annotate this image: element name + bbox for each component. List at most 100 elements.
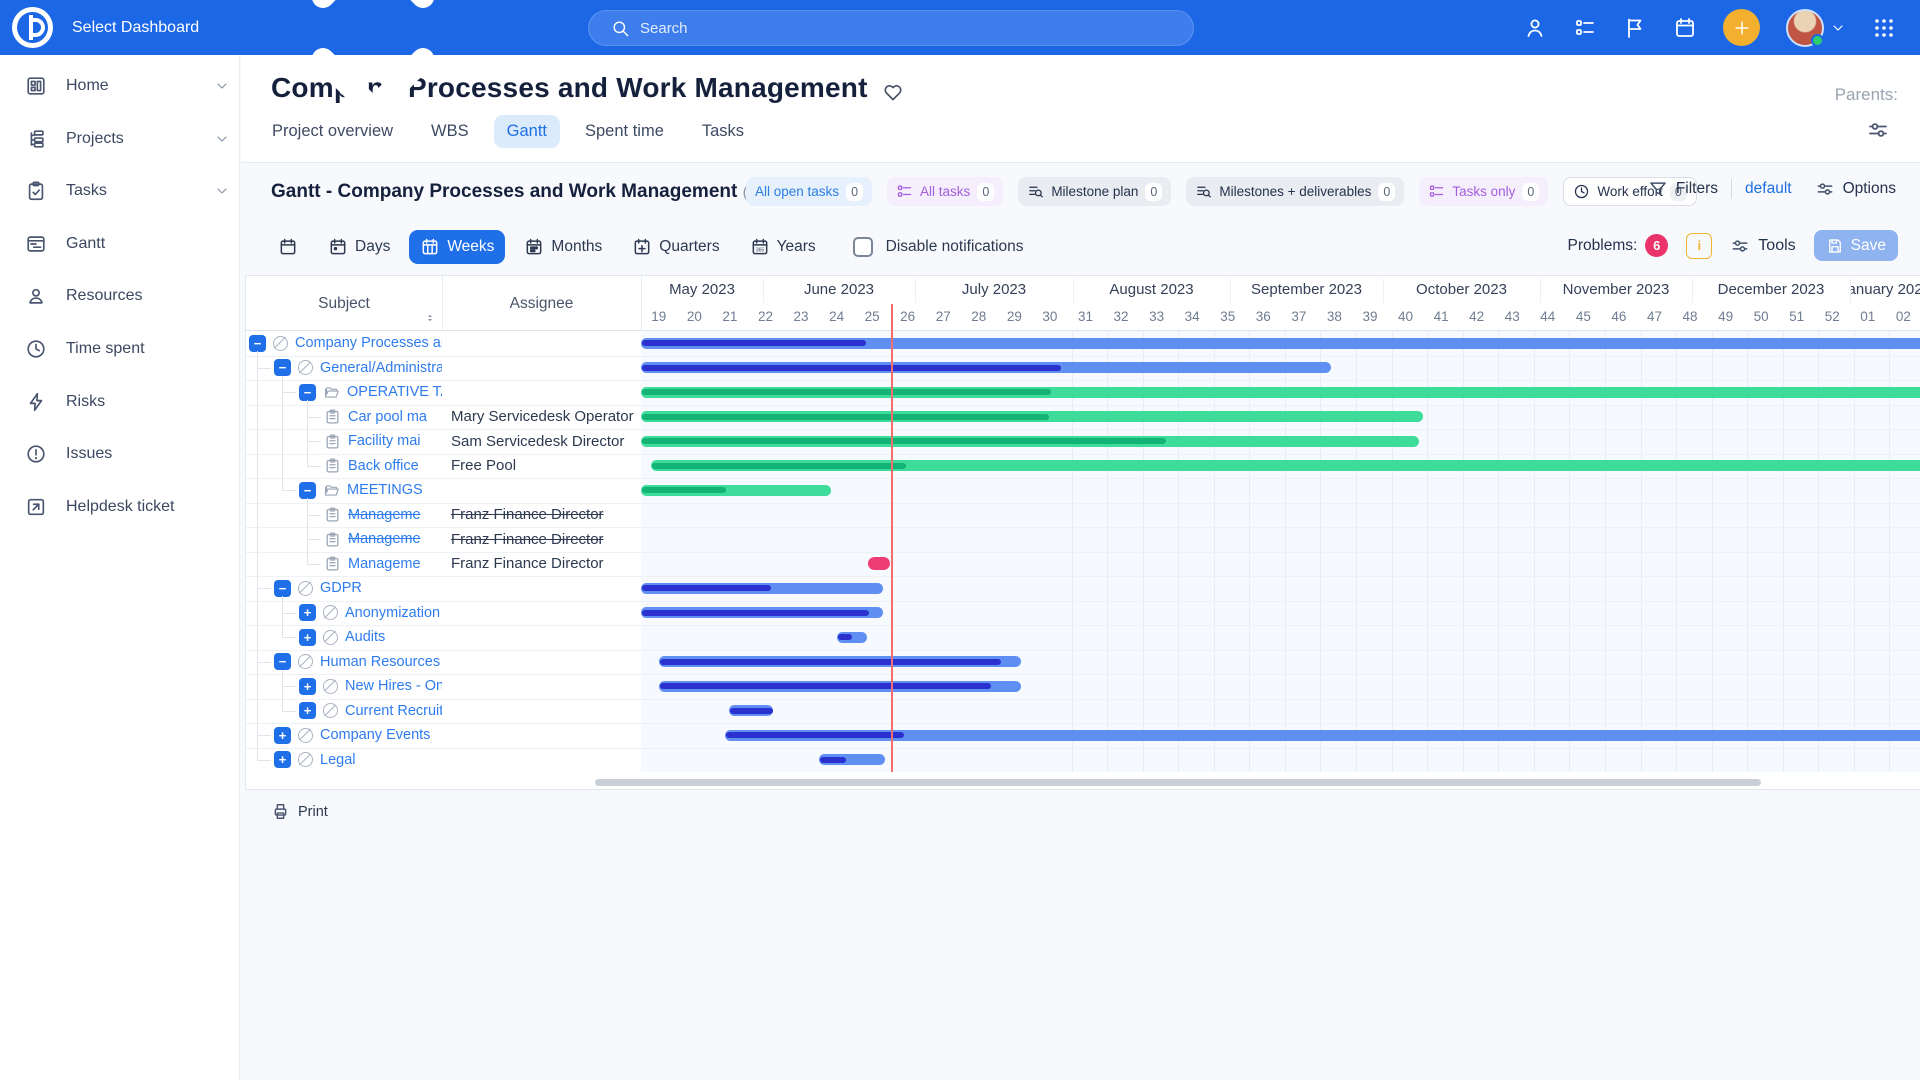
options-button[interactable]: Options [1815,179,1896,199]
task-subject-link[interactable]: New Hires - Onl [345,678,442,694]
task-subject-link[interactable]: MEETINGS [347,482,423,498]
calendar-picker-button[interactable] [267,230,309,264]
scale-weeks-button[interactable]: Weeks [409,230,505,264]
task-subject-link[interactable]: Human Resources [320,654,440,670]
task-subject-link[interactable]: Current Recruit [345,703,442,719]
flag-icon[interactable] [1623,16,1647,40]
expand-node-button[interactable]: + [299,629,316,646]
gantt-bar[interactable] [725,730,1920,741]
task-subject-link[interactable]: Audits [345,629,385,645]
task-subject-link[interactable]: Facility mai [348,433,421,449]
scale-quarters-button[interactable]: Quarters [621,230,730,264]
scale-days-button[interactable]: Days [317,230,401,264]
chip-milestone-plan[interactable]: Milestone plan0 [1018,177,1171,206]
sidebar-item-issues[interactable]: Issues [0,428,240,480]
expand-node-button[interactable]: + [299,702,316,719]
search-input[interactable] [640,20,1120,37]
collapse-node-button[interactable]: − [299,482,316,499]
task-assignee: Franz Finance Director [451,503,636,528]
no-assignee-icon [323,679,338,694]
sidebar-item-time-spent[interactable]: Time spent [0,323,240,375]
tools-button[interactable]: Tools [1730,236,1795,256]
timeline-week-label: 27 [925,303,961,329]
quick-add-button[interactable] [1723,9,1760,46]
task-subject-link[interactable]: Anonymization [345,605,440,621]
task-subject-link[interactable]: Manageme [348,507,421,523]
app-logo-icon[interactable] [12,7,53,48]
parents-settings-icon[interactable] [1866,118,1890,142]
tasks-icon [25,180,47,202]
expand-node-button[interactable]: + [299,678,316,695]
sidebar-item-gantt[interactable]: Gantt [0,218,240,270]
timeline-month-label: September 2023 [1230,276,1383,303]
checklist-icon[interactable] [1573,16,1597,40]
chip-label: All tasks [920,184,970,199]
task-subject-link[interactable]: GDPR [320,580,362,596]
task-subject-link[interactable]: General/Administra [320,360,442,376]
scale-months-button[interactable]: Months [513,230,613,264]
horizontal-scrollbar[interactable] [595,779,1761,786]
calendar-icon[interactable] [1673,16,1697,40]
info-warning-icon[interactable]: i [1686,233,1712,259]
favorite-heart-icon[interactable] [882,81,904,103]
problems-indicator[interactable]: Problems: 6 [1568,234,1669,257]
scale-label: Years [777,238,816,256]
collapse-node-button[interactable]: − [274,653,291,670]
collapse-node-button[interactable]: − [299,384,316,401]
chip-label: Milestone plan [1051,184,1138,199]
task-subject-link[interactable]: Legal [320,752,355,768]
print-button[interactable]: Print [271,802,328,821]
filters-button[interactable]: Filters [1648,179,1718,199]
tab-tasks[interactable]: Tasks [689,115,757,148]
task-subject-link[interactable]: Manageme [348,556,421,572]
task-subject-link[interactable]: Manageme [348,531,421,547]
expand-node-button[interactable]: + [274,751,291,768]
sidebar-item-tasks[interactable]: Tasks [0,165,240,217]
task-subject-link[interactable]: Car pool ma [348,409,427,425]
chip-all-open-tasks[interactable]: All open tasks0 [746,177,872,206]
gantt-title-text: Gantt - Company Processes and Work Manag… [271,181,737,202]
disable-notifications-checkbox[interactable] [853,237,873,257]
search-bar[interactable] [588,10,1194,46]
scale-label: Quarters [659,238,719,256]
sidebar-item-resources[interactable]: Resources [0,270,240,322]
subject-column-header[interactable]: Subject [246,276,442,331]
tree-connector [257,760,271,761]
collapse-node-button[interactable]: − [274,580,291,597]
filters-default-link[interactable]: default [1745,180,1792,198]
disable-notifications-toggle[interactable]: Disable notifications [853,237,1024,257]
chip-milestones-deliverables[interactable]: Milestones + deliverables0 [1186,177,1404,206]
timeline-week-label: 30 [1032,303,1068,329]
sidebar-item-helpdesk-ticket[interactable]: Helpdesk ticket [0,481,240,533]
task-subject-link[interactable]: Company Processes and [295,335,442,351]
expand-node-button[interactable]: + [299,604,316,621]
timeline-week-label: 37 [1281,303,1317,329]
gantt-bar-progress [642,487,726,493]
milestone-dot[interactable] [868,557,890,570]
scale-years-button[interactable]: 365Years [739,230,827,264]
apps-grid-icon[interactable] [1872,16,1896,40]
task-subject-link[interactable]: Company Events [320,727,430,743]
tab-spent-time[interactable]: Spent time [572,115,677,148]
sidebar-item-home[interactable]: Home [0,60,240,112]
tree-connector [307,498,308,564]
cal-months-icon [524,237,544,257]
profile-icon[interactable] [1523,16,1547,40]
collapse-node-button[interactable]: − [274,359,291,376]
avatar[interactable] [1786,9,1824,47]
task-subject-link[interactable]: Back office [348,458,419,474]
sidebar-item-risks[interactable]: Risks [0,376,240,428]
expand-node-button[interactable]: + [274,727,291,744]
sidebar-item-projects[interactable]: Projects [0,113,240,165]
chip-all-tasks[interactable]: All tasks0 [887,177,1003,206]
timeline-week-label: 44 [1530,303,1566,329]
task-subject-link[interactable]: OPERATIVE TAS [347,384,442,400]
sidebar-item-label: Projects [66,130,124,148]
chip-tasks-only[interactable]: Tasks only0 [1419,177,1548,206]
collapse-node-button[interactable]: − [249,335,266,352]
save-button[interactable]: Save [1814,230,1898,261]
assignee-column-header[interactable]: Assignee [442,276,641,331]
sort-icon[interactable] [424,312,436,324]
user-menu[interactable] [1786,9,1846,47]
select-dashboard[interactable]: Select Dashboard [72,0,523,55]
